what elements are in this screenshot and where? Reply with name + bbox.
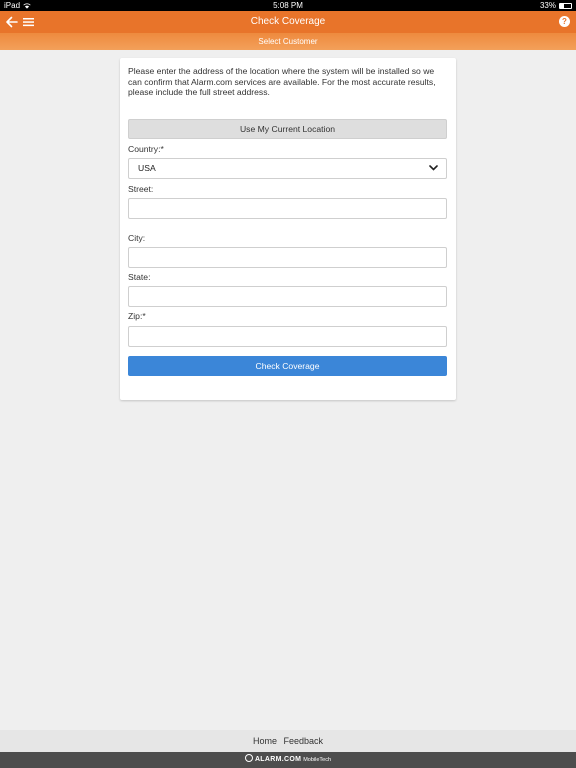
brand-bar: ALARM.COM MobileTech [0, 752, 576, 768]
chevron-down-icon [429, 165, 438, 171]
country-value: USA [138, 163, 156, 173]
country-label: Country:* [128, 144, 164, 154]
state-input[interactable] [128, 286, 447, 307]
app-header: Check Coverage ? [0, 11, 576, 33]
city-input[interactable] [128, 247, 447, 268]
zip-label: Zip:* [128, 311, 146, 321]
select-customer-bar[interactable]: Select Customer [0, 33, 576, 50]
home-link[interactable]: Home [253, 736, 277, 746]
status-time: 5:08 PM [273, 1, 303, 10]
brand-subtitle: MobileTech [303, 757, 332, 763]
feedback-link[interactable]: Feedback [284, 736, 324, 746]
battery-icon [559, 2, 572, 9]
zip-input[interactable] [128, 326, 447, 347]
battery-percent: 33% [539, 1, 556, 10]
alarm-logo-icon [244, 754, 253, 763]
street-label: Street: [128, 184, 154, 194]
state-label: State: [128, 272, 151, 282]
coverage-form-card: Please enter the address of the location… [120, 58, 456, 400]
footer-links: Home Feedback [0, 730, 576, 752]
status-right: 33% [540, 0, 572, 11]
check-coverage-button[interactable]: Check Coverage [128, 356, 447, 376]
status-bar: iPad 5:08 PM 33% [0, 0, 576, 11]
help-icon[interactable]: ? [559, 16, 570, 27]
brand-name: ALARM.COM [254, 756, 302, 763]
page-title: Check Coverage [250, 16, 326, 27]
intro-text: Please enter the address of the location… [128, 66, 436, 97]
street-input[interactable] [128, 198, 447, 219]
use-current-location-button[interactable]: Use My Current Location [128, 119, 447, 139]
country-select[interactable]: USA [128, 158, 447, 179]
city-label: City: [128, 233, 146, 243]
